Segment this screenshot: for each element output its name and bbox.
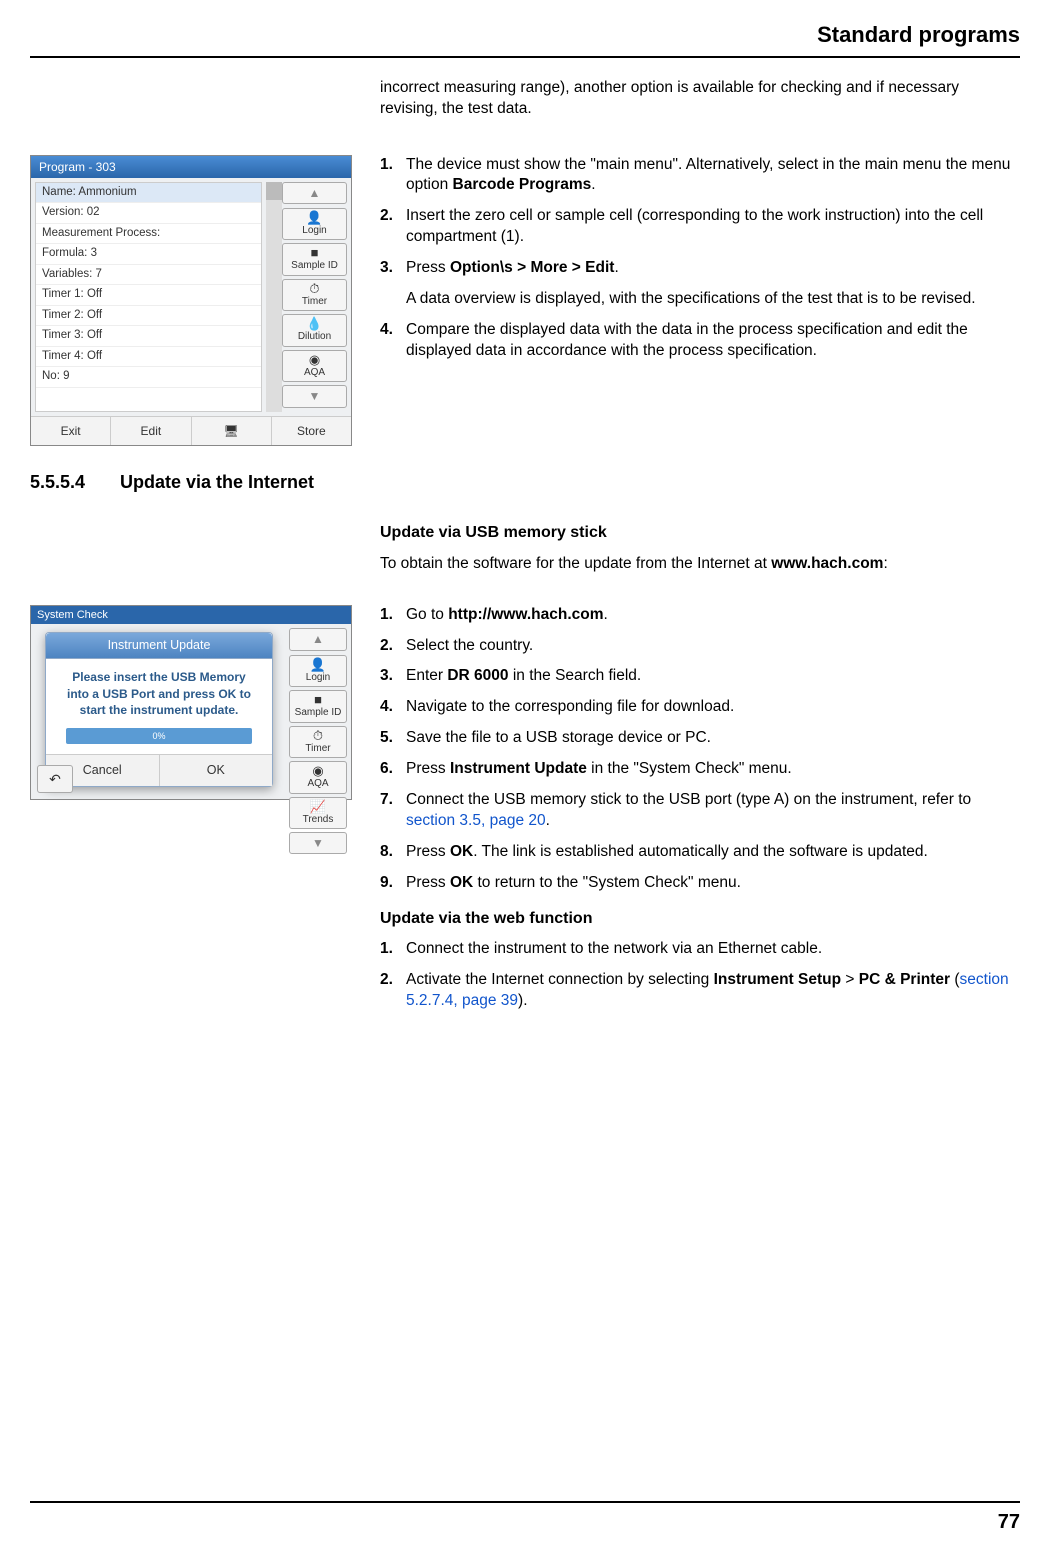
side-button: 👤Login — [289, 655, 347, 688]
section-heading-5-5-5-4: 5.5.5.4 Update via the Internet — [30, 470, 1020, 494]
shot1-row: Name: Ammonium — [36, 183, 261, 204]
shot1-row: Formula: 3 — [36, 244, 261, 265]
back-icon: ↶ — [37, 765, 73, 793]
shot1-titlebar: Program - 303 — [31, 156, 351, 178]
step-note: A data overview is displayed, with the s… — [380, 289, 1020, 310]
step-item: 7.Connect the USB memory stick to the US… — [380, 790, 1020, 832]
bottom-button: Store — [272, 417, 351, 445]
bottom-button: Edit — [111, 417, 191, 445]
side-button: ⏱Timer — [289, 726, 347, 759]
shot1-side-list: 👤Login■Sample ID⏱Timer💧Dilution◉AQA — [282, 208, 347, 383]
shot2-side-list: 👤Login■Sample ID⏱Timer◉AQA📈Trends — [289, 655, 347, 830]
bottom-button: 🖥 — [192, 417, 272, 445]
scrollbar — [266, 182, 282, 412]
side-button: 📈Trends — [289, 797, 347, 830]
step-item: 1.Connect the instrument to the network … — [380, 939, 1020, 960]
usb-subheading: Update via USB memory stick — [380, 522, 1020, 544]
shot2-side-buttons: ▲ 👤Login■Sample ID⏱Timer◉AQA📈Trends ▼ — [285, 624, 351, 799]
arrow-up-icon: ▲ — [282, 182, 347, 204]
shot1-row: No: 9 — [36, 367, 261, 388]
step-item: 4.Compare the displayed data with the da… — [380, 320, 1020, 362]
step-item: 5.Save the file to a USB storage device … — [380, 728, 1020, 749]
instrument-update-modal: Instrument Update Please insert the USB … — [45, 632, 273, 786]
bottom-button: Exit — [31, 417, 111, 445]
screenshot-program-303: Program - 303 Name: AmmoniumVersion: 02M… — [30, 155, 352, 446]
shot1-row: Timer 1: Off — [36, 285, 261, 306]
steps-block-1: 1.The device must show the "main menu". … — [380, 155, 1020, 362]
shot1-row: Measurement Process: — [36, 224, 261, 245]
side-button: ■Sample ID — [282, 243, 347, 276]
running-header: Standard programs — [30, 20, 1020, 58]
step-item: 3.Press Option\s > More > Edit. — [380, 258, 1020, 279]
shot1-row: Variables: 7 — [36, 265, 261, 286]
side-button: ◉AQA — [282, 350, 347, 383]
steps-block-2: 1.Go to http://www.hach.com. 2.Select the… — [380, 605, 1020, 894]
shot1-side-buttons: ▲ 👤Login■Sample ID⏱Timer💧Dilution◉AQA ▼ — [282, 178, 351, 416]
step-item: 8.Press OK. The link is established auto… — [380, 842, 1020, 863]
web-subheading: Update via the web function — [380, 908, 1020, 930]
modal-message: Please insert the USB Memory into a USB … — [46, 659, 272, 724]
step-item: 1.The device must show the "main menu". … — [380, 155, 1020, 197]
screenshot-instrument-update: System Check Instrument Update Please in… — [30, 605, 352, 801]
step-item: 6.Press Instrument Update in the "System… — [380, 759, 1020, 780]
side-button: ◉AQA — [289, 761, 347, 794]
steps-block-3: 1.Connect the instrument to the network … — [380, 939, 1020, 1012]
modal-title: Instrument Update — [46, 633, 272, 659]
usb-intro: To obtain the software for the update fr… — [380, 554, 1020, 575]
intro-fragment: incorrect measuring range), another opti… — [380, 78, 1020, 120]
shot2-topstrip: System Check — [31, 606, 351, 625]
page-number: 77 — [30, 1501, 1020, 1536]
shot1-bottom-bar: ExitEdit 🖥 Store — [31, 416, 351, 445]
side-button: ■Sample ID — [289, 690, 347, 723]
shot1-data-list: Name: AmmoniumVersion: 02Measurement Pro… — [35, 182, 262, 412]
side-button: 👤Login — [282, 208, 347, 241]
step-item: 9.Press OK to return to the "System Chec… — [380, 873, 1020, 894]
step-item: 2.Activate the Internet connection by se… — [380, 970, 1020, 1012]
side-button: ⏱Timer — [282, 279, 347, 312]
shot1-row: Timer 3: Off — [36, 326, 261, 347]
step-item: 1.Go to http://www.hach.com. — [380, 605, 1020, 626]
arrow-down-icon: ▼ — [282, 385, 347, 407]
pc-icon: 🖥 — [224, 424, 239, 438]
step-item: 4.Navigate to the corresponding file for… — [380, 697, 1020, 718]
shot1-row: Timer 4: Off — [36, 347, 261, 368]
arrow-down-icon: ▼ — [289, 832, 347, 854]
ok-button: OK — [160, 755, 273, 786]
step-item: 2.Insert the zero cell or sample cell (c… — [380, 206, 1020, 248]
shot1-row: Timer 2: Off — [36, 306, 261, 327]
side-button: 💧Dilution — [282, 314, 347, 347]
arrow-up-icon: ▲ — [289, 628, 347, 650]
step-item: 3.Enter DR 6000 in the Search field. — [380, 666, 1020, 687]
progress-bar: 0% — [66, 728, 252, 744]
step-item: 2.Select the country. — [380, 636, 1020, 657]
shot1-row: Version: 02 — [36, 203, 261, 224]
